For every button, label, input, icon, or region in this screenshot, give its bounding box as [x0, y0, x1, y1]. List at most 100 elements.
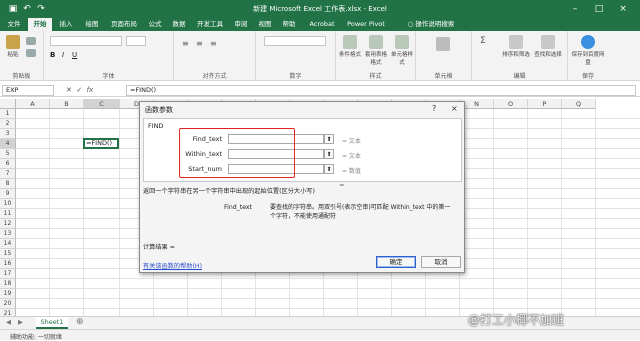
row-header[interactable]: 7 — [0, 169, 16, 179]
tab-developer[interactable]: 开发工具 — [192, 18, 228, 31]
tab-insert[interactable]: 插入 — [54, 18, 78, 31]
window-title: 新建 Microsoft Excel 工作表.xlsx - Excel — [253, 5, 387, 13]
row-header[interactable]: 12 — [0, 219, 16, 229]
ribbon: 粘贴 剪贴板 B I U 字体 ≡ ≡ ≡ 对齐方式 数字 条件格式 套用表格格… — [0, 31, 640, 81]
cell-style-button[interactable]: 单元格样式 — [390, 35, 414, 66]
row-header[interactable]: 9 — [0, 189, 16, 199]
cut-icon[interactable] — [26, 37, 36, 45]
row-header[interactable]: 17 — [0, 269, 16, 279]
dialog-title: 函数参数 — [145, 106, 173, 114]
tab-file[interactable]: 文件 — [2, 18, 26, 31]
ok-button[interactable]: 确定 — [376, 256, 416, 268]
close-icon[interactable]: × — [616, 2, 630, 16]
sort-filter-button[interactable]: 排序和筛选 — [502, 35, 530, 58]
underline-icon[interactable]: U — [72, 51, 77, 59]
range-select-icon[interactable]: ⬆ — [324, 164, 334, 174]
bold-icon[interactable]: B — [50, 51, 55, 59]
function-help-link[interactable]: 有关该函数的帮助(H) — [143, 261, 202, 270]
find-text-type: = 文本 — [342, 138, 361, 145]
row-header[interactable]: 15 — [0, 249, 16, 259]
row-header[interactable]: 11 — [0, 209, 16, 219]
tab-review[interactable]: 审阅 — [230, 18, 252, 31]
gridline — [16, 288, 640, 289]
gridline — [527, 109, 528, 316]
gridline — [493, 109, 494, 316]
start-num-type: = 数值 — [342, 168, 361, 175]
column-header[interactable]: Q — [562, 99, 596, 109]
paste-button[interactable]: 粘贴 — [4, 35, 22, 58]
row-header[interactable]: 2 — [0, 119, 16, 129]
next-sheet-icon[interactable]: ▶ — [18, 318, 23, 326]
active-cell[interactable]: =FIND() — [83, 138, 119, 149]
add-sheet-icon[interactable]: ⊕ — [76, 317, 84, 327]
tab-power-pivot[interactable]: Power Pivot — [342, 18, 390, 31]
column-header[interactable]: O — [494, 99, 528, 109]
cells-icon[interactable] — [436, 37, 450, 51]
find-select-button[interactable]: 查找和选择 — [534, 35, 562, 58]
column-header[interactable]: C — [84, 99, 120, 109]
row-header[interactable]: 5 — [0, 149, 16, 159]
row-header[interactable]: 14 — [0, 239, 16, 249]
param-description: 要查找的字符串。用双引号(表示空串)可匹配 Within_text 中的第一个字… — [270, 204, 451, 220]
save-to-baidu-button[interactable]: 保存到百度网盘 — [570, 35, 606, 66]
column-header[interactable]: B — [50, 99, 84, 109]
font-group: B I U 字体 — [44, 31, 174, 81]
row-header[interactable]: 13 — [0, 229, 16, 239]
row-header[interactable]: 8 — [0, 179, 16, 189]
tab-draw[interactable]: 绘图 — [80, 18, 104, 31]
align-left-icon[interactable]: ≡ — [182, 39, 189, 48]
row-header[interactable]: 20 — [0, 299, 16, 309]
tab-help[interactable]: 帮助 — [278, 18, 300, 31]
formula-input[interactable]: =FIND() — [126, 85, 636, 96]
tell-me-search[interactable]: ○ 操作说明搜索 — [396, 18, 466, 31]
title-bar: ▣ ↶ ↷ 新建 Microsoft Excel 工作表.xlsx - Exce… — [0, 0, 640, 18]
insert-function-icon[interactable]: fx — [87, 86, 94, 94]
prev-sheet-icon[interactable]: ◀ — [6, 318, 11, 326]
tab-acrobat[interactable]: Acrobat — [304, 18, 340, 31]
align-right-icon[interactable]: ≡ — [210, 39, 217, 48]
row-header[interactable]: 10 — [0, 199, 16, 209]
range-select-icon[interactable]: ⬆ — [324, 134, 334, 144]
column-header[interactable]: P — [528, 99, 562, 109]
conditional-format-button[interactable]: 条件格式 — [338, 35, 362, 58]
italic-icon[interactable]: I — [62, 51, 64, 59]
column-header[interactable]: A — [16, 99, 50, 109]
gridline — [16, 298, 640, 299]
dialog-close-icon[interactable]: × — [451, 104, 458, 113]
tab-home[interactable]: 开始 — [28, 18, 52, 31]
range-select-icon[interactable]: ⬆ — [324, 149, 334, 159]
row-header[interactable]: 16 — [0, 259, 16, 269]
autosum-icon[interactable]: Σ — [480, 36, 486, 46]
minimize-icon[interactable]: – — [568, 2, 582, 16]
row-header[interactable]: 6 — [0, 159, 16, 169]
cancel-icon[interactable]: ✕ — [66, 86, 72, 94]
copy-icon[interactable] — [26, 49, 36, 57]
select-all-corner[interactable] — [0, 99, 16, 109]
styles-group: 条件格式 套用表格格式 单元格样式 样式 — [336, 31, 416, 81]
row-header[interactable]: 3 — [0, 129, 16, 139]
tab-formulas[interactable]: 公式 — [144, 18, 166, 31]
cancel-button[interactable]: 取消 — [421, 256, 461, 268]
row-header[interactable]: 18 — [0, 279, 16, 289]
font-size-dropdown[interactable] — [126, 36, 146, 46]
enter-icon[interactable]: ✓ — [76, 86, 82, 94]
tab-data[interactable]: 数据 — [168, 18, 190, 31]
maximize-icon[interactable]: □ — [592, 2, 606, 16]
column-header[interactable]: N — [460, 99, 494, 109]
gridline — [49, 109, 50, 316]
name-box[interactable]: EXP — [2, 85, 54, 96]
row-header[interactable]: 1 — [0, 109, 16, 119]
alignment-group-label: 对齐方式 — [202, 73, 227, 80]
sheet-tab[interactable]: Sheet1 — [36, 317, 68, 329]
number-format-dropdown[interactable] — [264, 36, 326, 46]
row-header[interactable]: 4 — [0, 139, 16, 149]
table-format-button[interactable]: 套用表格格式 — [364, 35, 388, 66]
help-icon[interactable]: ? — [432, 104, 436, 113]
row-header[interactable]: 19 — [0, 289, 16, 299]
clipboard-group-label: 剪贴板 — [12, 73, 31, 80]
within-text-type: = 文本 — [342, 153, 361, 160]
align-center-icon[interactable]: ≡ — [196, 39, 203, 48]
font-name-dropdown[interactable] — [50, 36, 122, 46]
tab-view[interactable]: 视图 — [254, 18, 276, 31]
tab-page-layout[interactable]: 页面布局 — [106, 18, 142, 31]
